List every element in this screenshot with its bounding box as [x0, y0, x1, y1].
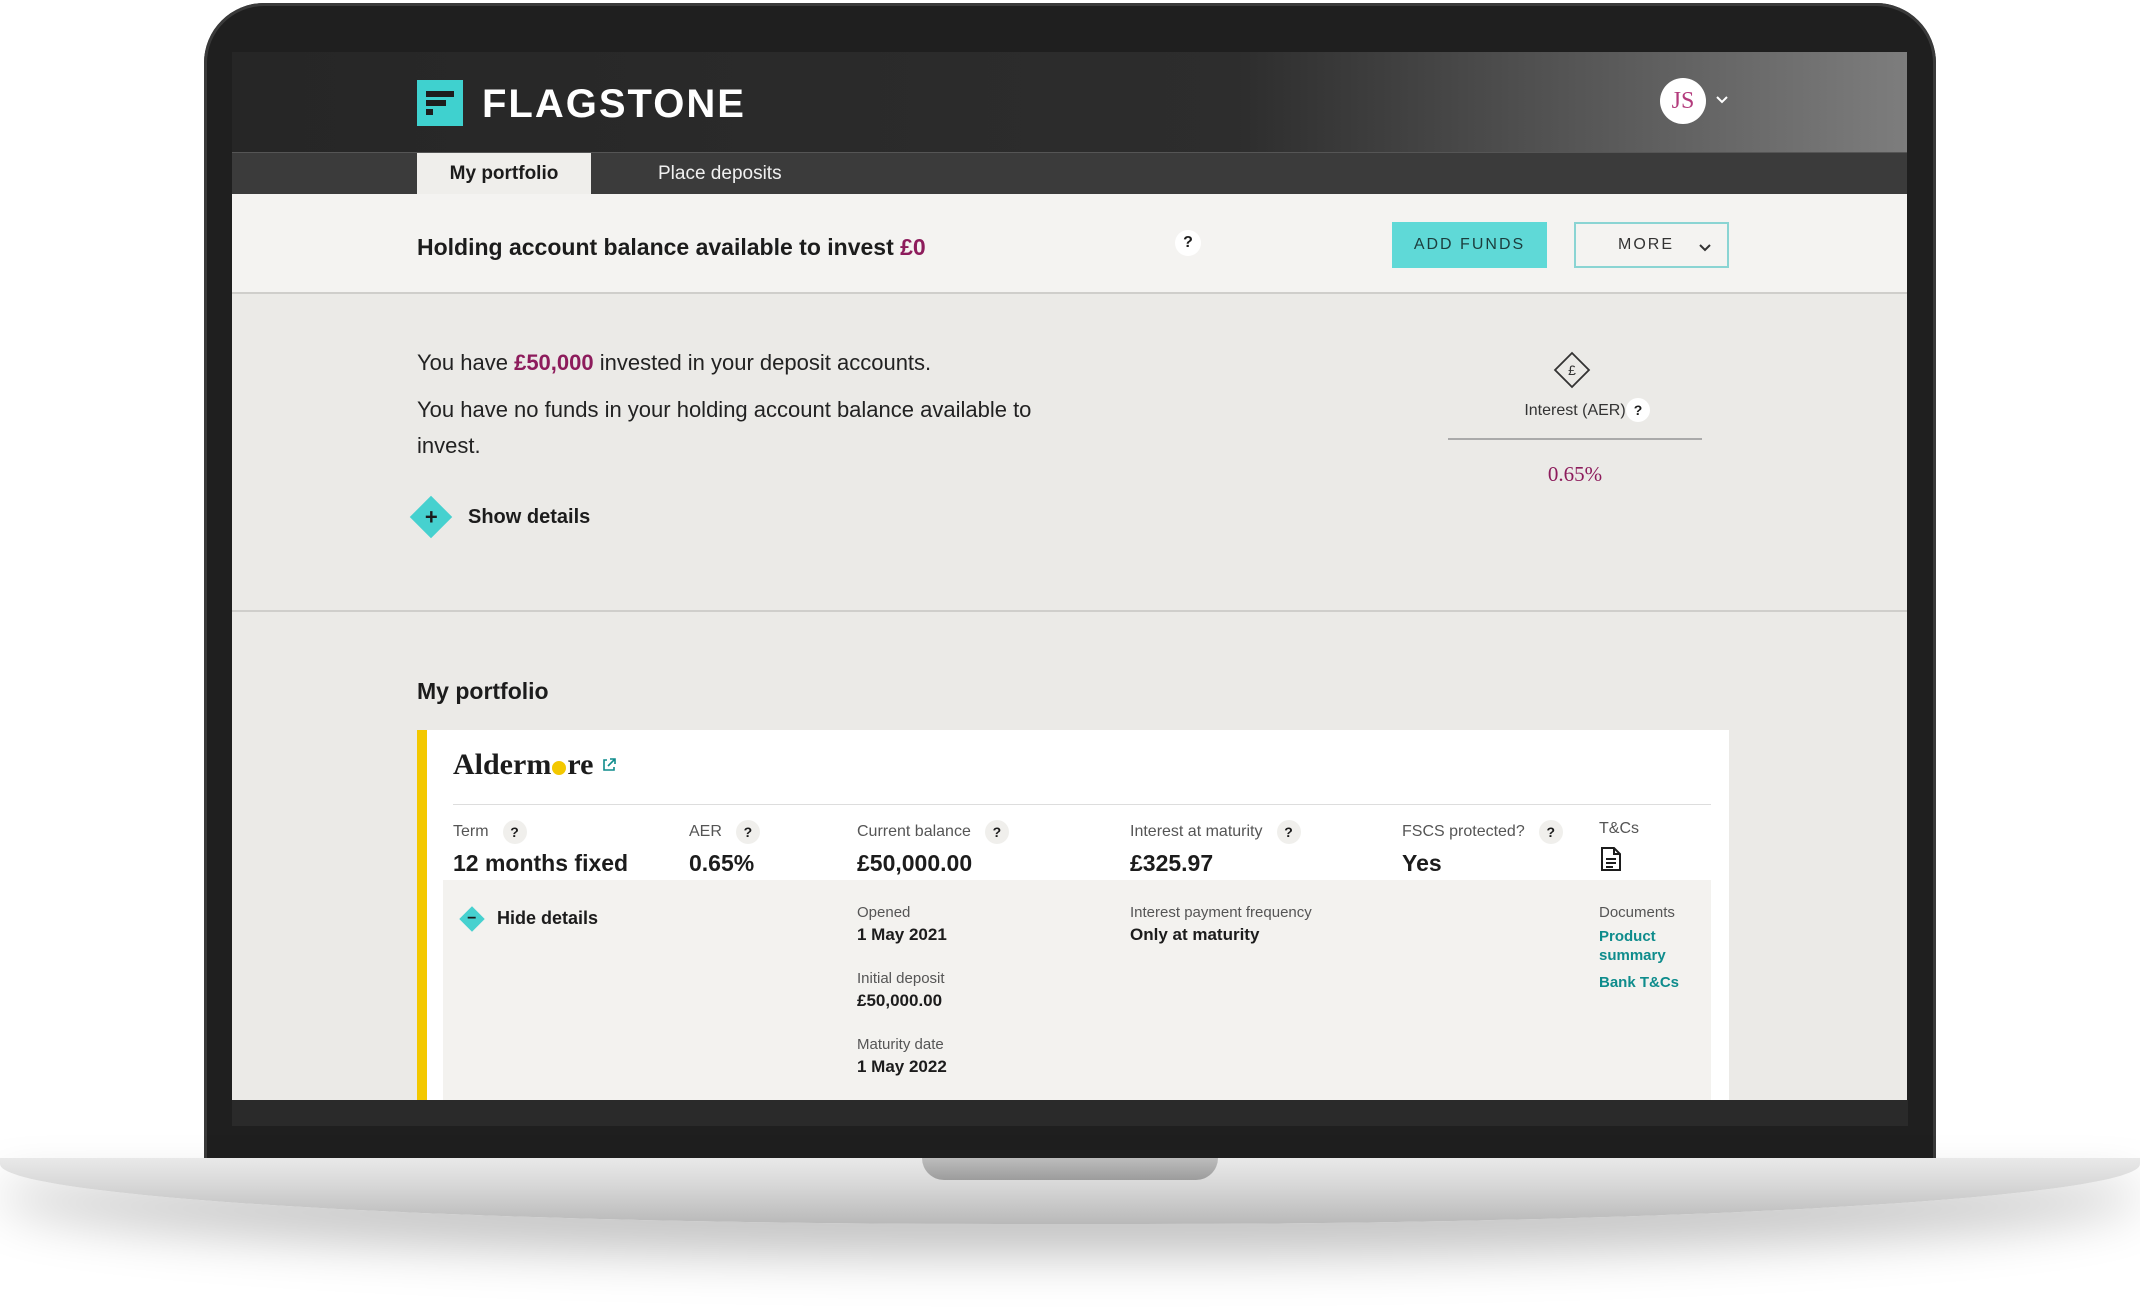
current-balance-column: Current balance? £50,000.00 [857, 820, 1009, 877]
current-balance-value: £50,000.00 [857, 850, 973, 876]
add-funds-button[interactable]: ADD FUNDS [1392, 222, 1547, 268]
help-icon[interactable]: ? [1538, 820, 1563, 844]
fscs-value: Yes [1402, 850, 1442, 876]
aer-label: AER [689, 823, 722, 840]
product-summary-line1: Product [1599, 928, 1656, 945]
laptop-notch [922, 1158, 1218, 1180]
no-funds-text: You have no funds in your holding accoun… [417, 397, 1032, 458]
opened-field: Opened 1 May 2021 [857, 904, 947, 945]
bank-tcs-link[interactable]: Bank T&Cs [1599, 973, 1679, 992]
plus-icon: + [409, 495, 453, 539]
maturity-date-field: Maturity date 1 May 2022 [857, 1036, 947, 1077]
aer-value: 0.65% [689, 850, 755, 876]
bank-logo-dot [552, 761, 567, 775]
product-summary-link[interactable]: Product summary [1599, 927, 1679, 965]
user-avatar[interactable]: JS [1660, 78, 1706, 124]
portfolio-heading: My portfolio [417, 678, 549, 704]
holding-balance-text: Holding account balance available to inv… [417, 234, 926, 261]
aer-column: AER? 0.65% [689, 820, 760, 877]
term-label: Term [453, 823, 489, 840]
tab-my-portfolio[interactable]: My portfolio [417, 153, 591, 195]
tcs-label: T&Cs [1599, 820, 1639, 837]
documents-field: Documents Product summary Bank T&Cs [1599, 904, 1679, 992]
fscs-label: FSCS protected? [1402, 823, 1525, 840]
chevron-down-icon[interactable] [1714, 92, 1730, 108]
bank-name-part2: re [567, 748, 594, 781]
divider [1448, 438, 1702, 440]
hide-details-toggle[interactable]: − Hide details [459, 905, 599, 932]
help-icon[interactable]: ? [1276, 820, 1301, 844]
payment-frequency-value: Only at maturity [1130, 925, 1260, 944]
holding-balance-amount: £0 [900, 234, 926, 260]
product-summary-line2: summary [1599, 947, 1666, 964]
help-icon[interactable]: ? [984, 820, 1009, 844]
initial-deposit-field: Initial deposit £50,000.00 [857, 970, 945, 1011]
hide-details-label: Hide details [497, 908, 599, 928]
divider [453, 804, 1711, 805]
opened-value: 1 May 2021 [857, 925, 947, 944]
laptop-bezel [232, 1100, 1908, 1126]
show-details-toggle[interactable]: + Show details [409, 495, 591, 539]
interest-value: 0.65% [1547, 462, 1603, 486]
external-link-icon[interactable] [601, 757, 617, 773]
chevron-down-icon [1699, 244, 1711, 252]
invested-prefix: You have [417, 350, 508, 375]
fscs-column: FSCS protected?? Yes [1402, 820, 1563, 877]
interest-maturity-label: Interest at maturity [1130, 823, 1263, 840]
tcs-column: T&Cs [1599, 820, 1639, 877]
brand-name[interactable]: FLAGSTONE [482, 82, 746, 127]
holding-balance-bar: Holding account balance available to inv… [232, 194, 1907, 294]
tab-place-deposits[interactable]: Place deposits [622, 153, 818, 195]
opened-label: Opened [857, 904, 911, 921]
maturity-date-value: 1 May 2022 [857, 1057, 947, 1076]
help-icon[interactable]: ? [502, 820, 527, 844]
payment-frequency-label: Interest payment frequency [1130, 904, 1312, 921]
invested-amount: £50,000 [514, 350, 594, 375]
current-balance-label: Current balance [857, 823, 971, 840]
term-column: Term? 12 months fixed [453, 820, 628, 877]
minus-icon: − [459, 905, 485, 932]
document-icon[interactable] [1599, 846, 1623, 872]
invested-suffix: invested in your deposit accounts. [599, 350, 932, 375]
bank-name-link[interactable]: Alderm re [453, 748, 617, 782]
interest-maturity-value: £325.97 [1130, 850, 1214, 876]
invested-summary-text: You have £50,000 invested in your deposi… [417, 345, 931, 381]
initial-deposit-value: £50,000.00 [857, 991, 943, 1010]
interest-maturity-column: Interest at maturity? £325.97 [1130, 820, 1301, 877]
documents-label: Documents [1599, 904, 1675, 921]
payment-frequency-field: Interest payment frequency Only at matur… [1130, 904, 1312, 945]
deposit-card: Alderm re Term? 12 months fixed AER? 0.65… [417, 730, 1729, 1100]
main-tabs: My portfolio Place deposits [232, 152, 1907, 195]
pound-diamond-icon: £ [1553, 351, 1591, 389]
holding-balance-label: Holding account balance available to inv… [417, 234, 894, 260]
help-icon[interactable]: ? [1175, 230, 1201, 256]
deposit-details-panel: − Hide details Opened 1 May 2021 Initial… [443, 880, 1711, 1100]
help-icon[interactable]: ? [735, 820, 760, 844]
app-screen: FLAGSTONE JS My portfolio Place deposits… [232, 52, 1907, 1100]
flagstone-logo-icon[interactable] [417, 80, 463, 126]
maturity-date-label: Maturity date [857, 1036, 944, 1053]
show-details-label: Show details [468, 505, 591, 528]
top-header: FLAGSTONE JS [232, 52, 1907, 152]
pound-symbol: £ [1568, 362, 1576, 378]
initial-deposit-label: Initial deposit [857, 970, 945, 987]
bank-name-part1: Alderm [453, 748, 552, 781]
interest-label: Interest (AER) [1524, 402, 1626, 419]
help-icon[interactable]: ? [1626, 398, 1650, 422]
more-button-label: MORE [1618, 236, 1674, 253]
term-value: 12 months fixed [453, 850, 629, 876]
more-dropdown-button[interactable]: MORE [1574, 222, 1729, 268]
investment-summary: You have £50,000 invested in your deposi… [232, 296, 1907, 612]
